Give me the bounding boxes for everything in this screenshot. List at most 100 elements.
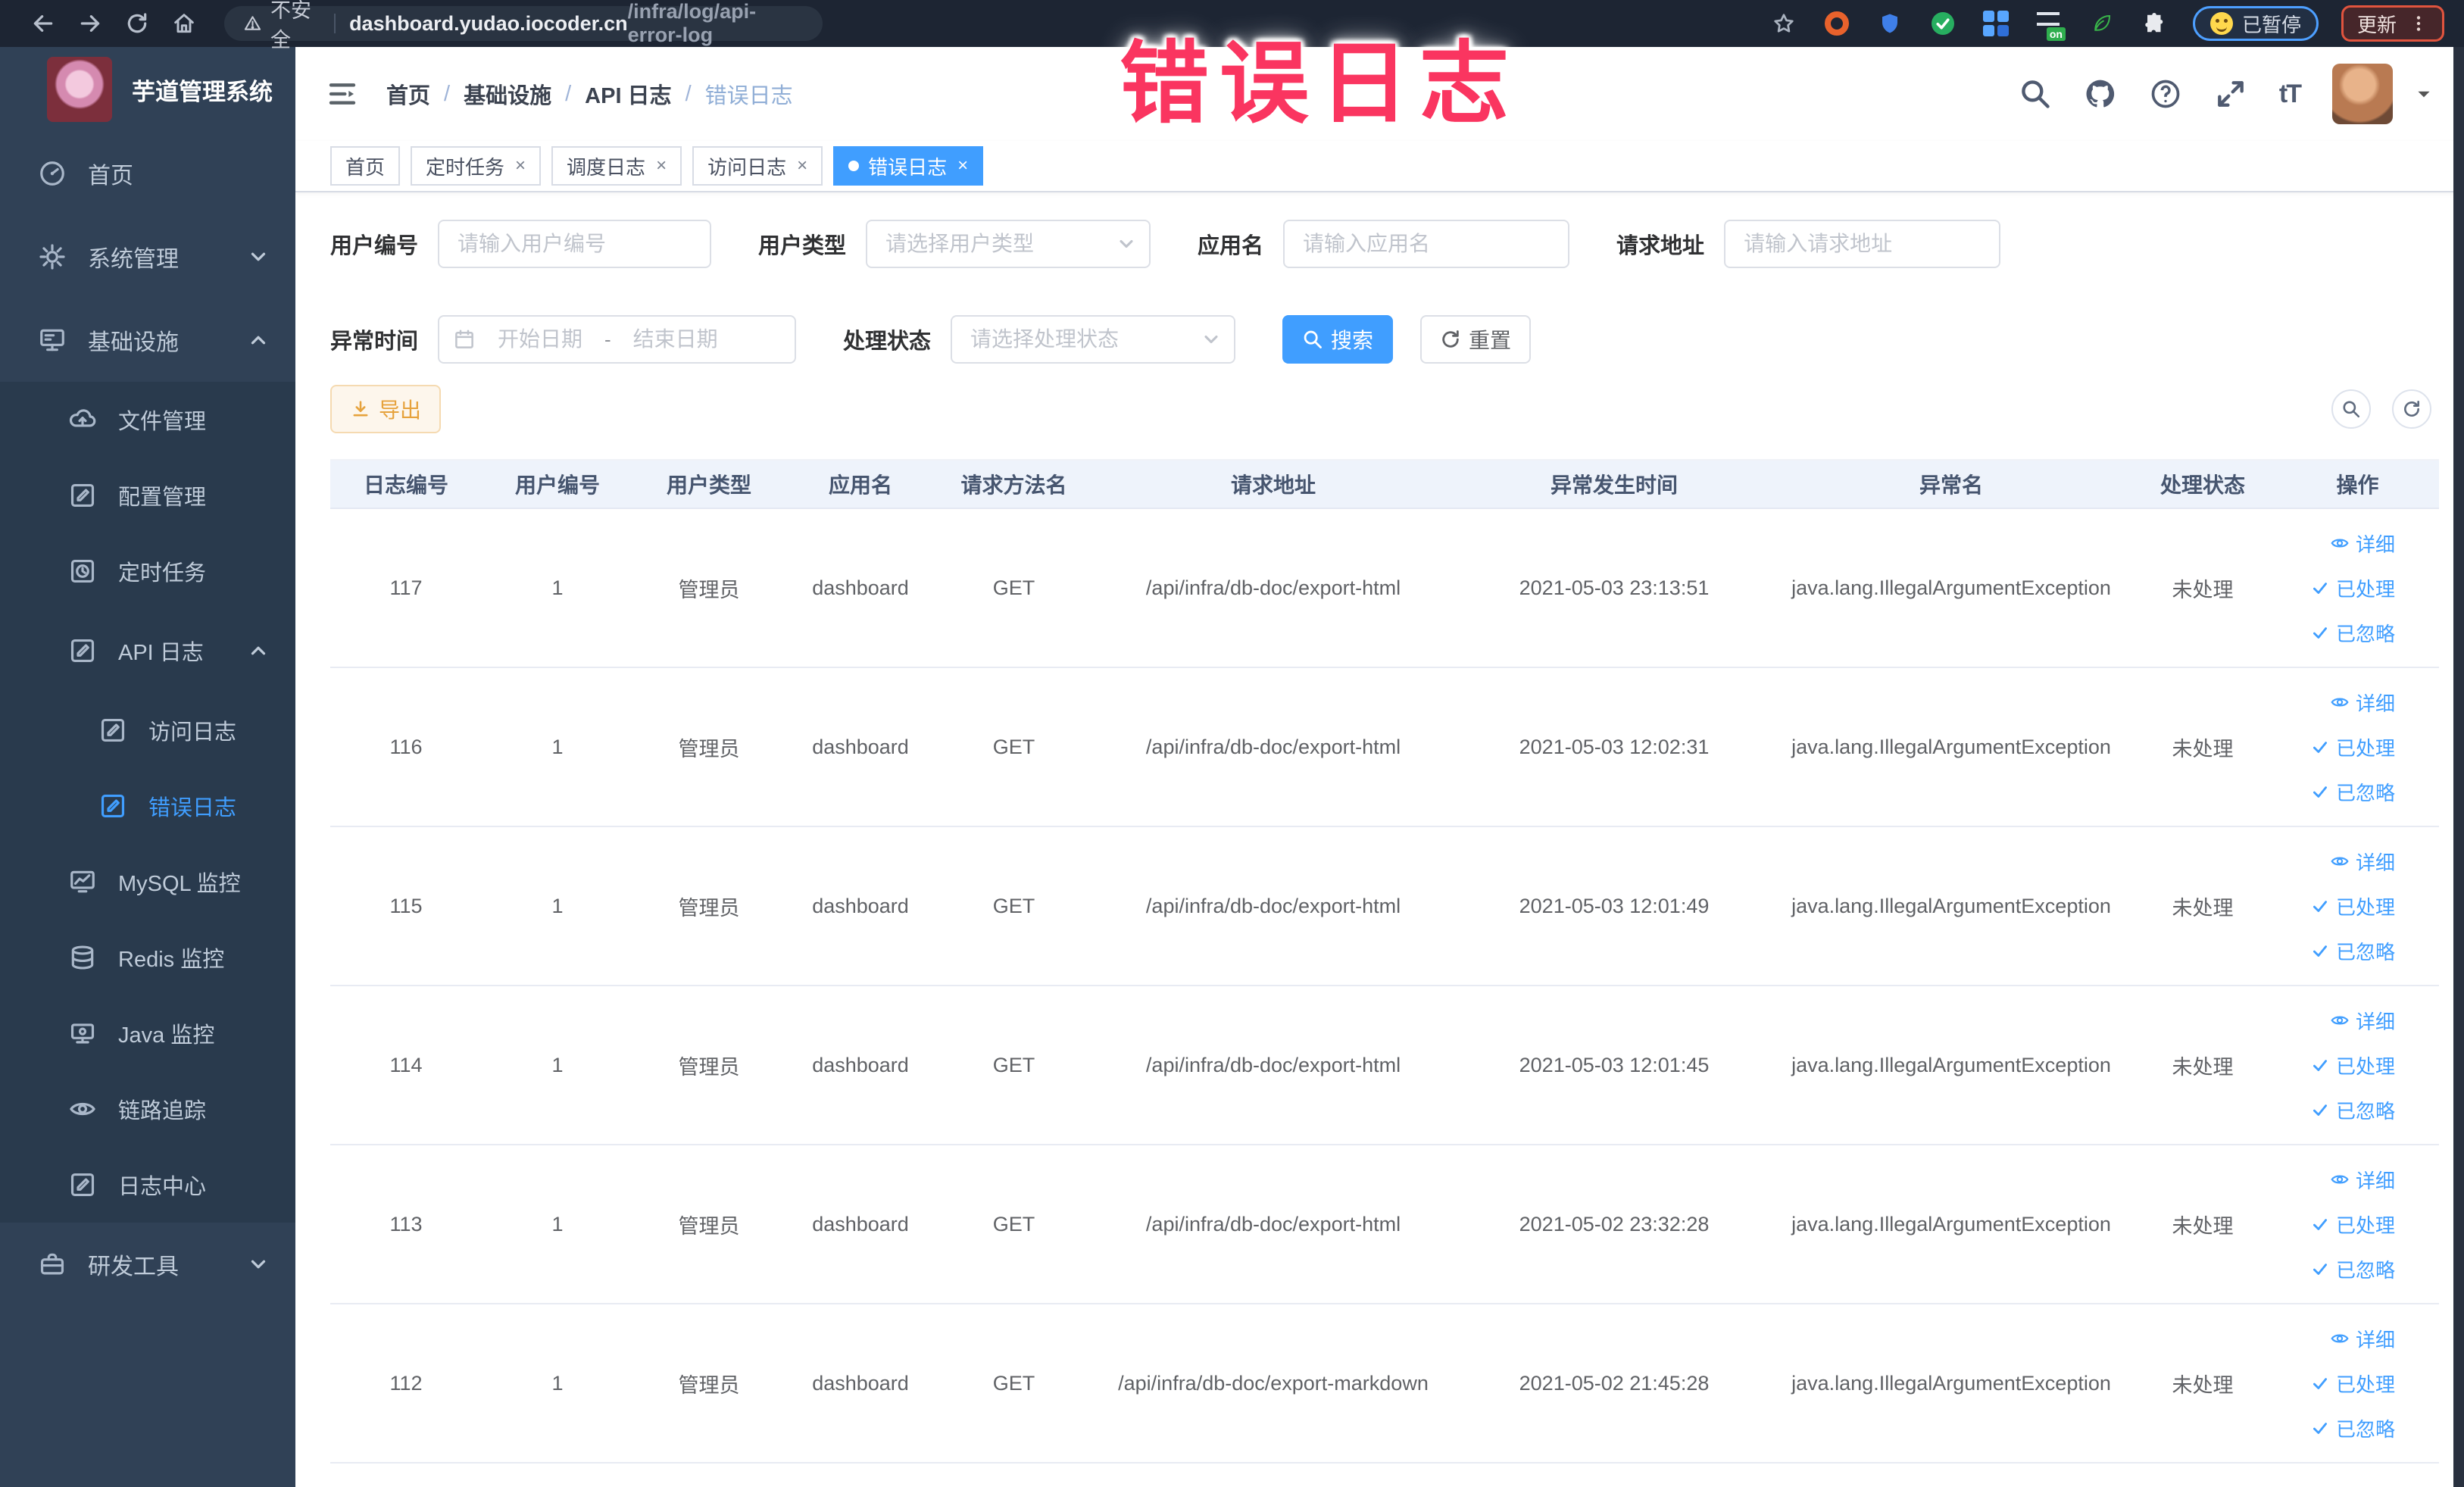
- process-status-select[interactable]: [951, 315, 1236, 364]
- detail-link[interactable]: 详细: [2330, 689, 2395, 717]
- mark-processed-link[interactable]: 已处理: [2310, 574, 2395, 602]
- mark-processed-link[interactable]: 已处理: [2310, 1051, 2395, 1079]
- user-id-input[interactable]: [438, 220, 712, 268]
- cell-exception-time: 2021-05-03 23:13:51: [1455, 508, 1773, 668]
- security-label[interactable]: 不安全: [270, 0, 320, 53]
- sidebar-item-log-center[interactable]: 日志中心: [0, 1147, 295, 1223]
- sidebar-item-system-management[interactable]: 系统管理: [0, 215, 295, 298]
- cell-method: GET: [936, 508, 1091, 668]
- sidebar-item-trace[interactable]: 链路追踪: [0, 1071, 295, 1147]
- search-button[interactable]: 搜索: [1282, 315, 1394, 364]
- sidebar-item-config-management[interactable]: 配置管理: [0, 458, 295, 533]
- close-icon[interactable]: ×: [797, 155, 807, 177]
- bookmark-star-icon[interactable]: [1769, 8, 1799, 39]
- font-size-icon[interactable]: tT: [2279, 80, 2302, 109]
- fullscreen-icon[interactable]: [2214, 77, 2247, 111]
- extension-ring-icon[interactable]: [1822, 8, 1852, 39]
- reset-button[interactable]: 重置: [1420, 315, 1532, 364]
- cell-process-status: 未处理: [2129, 1145, 2276, 1304]
- close-icon[interactable]: ×: [656, 155, 667, 177]
- tag-dispatch-logs[interactable]: 调度日志 ×: [551, 146, 682, 186]
- close-icon[interactable]: ×: [957, 155, 968, 177]
- header-search-icon[interactable]: [2019, 77, 2052, 111]
- tag-label: 错误日志: [868, 155, 948, 179]
- mark-processed-link[interactable]: 已处理: [2310, 892, 2395, 920]
- sidebar-item-access-logs[interactable]: 访问日志: [0, 692, 295, 768]
- breadcrumb-home[interactable]: 首页: [386, 78, 430, 110]
- cell-request-url: /api/infra/db-doc/export-markdown: [1091, 1304, 1455, 1464]
- browser-update-button[interactable]: 更新: [2341, 5, 2444, 42]
- refresh-table-button[interactable]: [2392, 389, 2431, 429]
- browser-back-icon[interactable]: [20, 7, 67, 40]
- date-range-picker[interactable]: -: [438, 315, 797, 364]
- sidebar-item-file-management[interactable]: 文件管理: [0, 382, 295, 458]
- sidebar-item-scheduled-tasks[interactable]: 定时任务: [0, 533, 295, 609]
- filter-label: 用户类型: [758, 234, 847, 258]
- help-icon[interactable]: [2149, 77, 2182, 111]
- tag-scheduled-tasks[interactable]: 定时任务 ×: [411, 146, 542, 186]
- tag-access-logs[interactable]: 访问日志 ×: [692, 146, 823, 186]
- cell-method: GET: [936, 826, 1091, 986]
- mark-processed-link[interactable]: 已处理: [2310, 733, 2395, 761]
- avatar-caret-down-icon[interactable]: [2414, 84, 2434, 104]
- hamburger-icon[interactable]: [326, 79, 359, 109]
- close-icon[interactable]: ×: [515, 155, 526, 177]
- mark-ignored-link[interactable]: 已忽略: [2310, 1096, 2395, 1124]
- address-bar[interactable]: 不安全 dashboard.yudao.iocoder.cn/infra/log…: [224, 0, 823, 52]
- browser-home-icon[interactable]: [161, 7, 208, 40]
- breadcrumb-api-logs[interactable]: API 日志: [585, 78, 671, 110]
- detail-link[interactable]: 详细: [2330, 848, 2395, 876]
- browser-reload-icon[interactable]: [114, 7, 161, 40]
- start-date-input[interactable]: [483, 327, 598, 351]
- breadcrumb-current: 错误日志: [704, 84, 793, 108]
- check-icon: [2310, 737, 2330, 757]
- tag-home[interactable]: 首页: [330, 146, 401, 186]
- sidebar-item-home[interactable]: 首页: [0, 132, 295, 215]
- extension-grid-icon[interactable]: [1981, 8, 2011, 39]
- export-button[interactable]: 导出: [330, 385, 442, 433]
- extensions-puzzle-icon[interactable]: [2140, 8, 2170, 39]
- sidebar-item-dev-tools[interactable]: 研发工具: [0, 1223, 295, 1306]
- user-type-select[interactable]: [866, 220, 1151, 268]
- toggle-search-button[interactable]: [2331, 389, 2371, 429]
- detail-link[interactable]: 详细: [2330, 1166, 2395, 1194]
- extension-on-badge-icon[interactable]: on: [2034, 8, 2066, 41]
- sidebar-item-label: 访问日志: [148, 720, 237, 745]
- cell-app-name: dashboard: [785, 986, 936, 1145]
- mark-processed-link[interactable]: 已处理: [2310, 1211, 2395, 1239]
- sidebar-item-java-monitor[interactable]: Java 监控: [0, 995, 295, 1071]
- detail-link[interactable]: 详细: [2330, 530, 2395, 558]
- sidebar-item-api-logs[interactable]: API 日志: [0, 609, 295, 692]
- browser-menu-kebab-icon[interactable]: [2409, 14, 2428, 33]
- sidebar-item-error-logs[interactable]: 错误日志: [0, 768, 295, 844]
- log-icon: [68, 1170, 97, 1199]
- detail-link[interactable]: 详细: [2330, 1325, 2395, 1353]
- breadcrumb-infrastructure[interactable]: 基础设施: [464, 78, 551, 110]
- detail-link[interactable]: 详细: [2330, 1007, 2395, 1035]
- extension-shield-icon[interactable]: [1875, 8, 1905, 39]
- mark-processed-link[interactable]: 已处理: [2310, 1370, 2395, 1398]
- mark-ignored-link[interactable]: 已忽略: [2310, 937, 2395, 965]
- request-url-input[interactable]: [1724, 220, 2001, 268]
- app-name-input[interactable]: [1283, 220, 1570, 268]
- sidebar-item-infrastructure[interactable]: 基础设施: [0, 298, 295, 382]
- extension-check-icon[interactable]: [1928, 8, 1958, 39]
- github-icon[interactable]: [2084, 77, 2117, 111]
- end-date-input[interactable]: [618, 327, 732, 351]
- database-layers-icon: [68, 943, 97, 972]
- cell-request-url: /api/infra/db-doc/export-html: [1091, 508, 1455, 668]
- sidebar-item-mysql-monitor[interactable]: MySQL 监控: [0, 844, 295, 920]
- browser-forward-icon[interactable]: [67, 7, 114, 40]
- tag-error-logs[interactable]: 错误日志 ×: [833, 146, 984, 186]
- mark-ignored-link[interactable]: 已忽略: [2310, 778, 2395, 806]
- mark-ignored-link[interactable]: 已忽略: [2310, 1414, 2395, 1442]
- sidebar-item-redis-monitor[interactable]: Redis 监控: [0, 920, 295, 995]
- sidebar-item-label: 配置管理: [118, 486, 207, 510]
- paused-badge[interactable]: 已暂停: [2192, 6, 2319, 41]
- mark-ignored-link[interactable]: 已忽略: [2310, 619, 2395, 647]
- extension-leaf-icon[interactable]: [2087, 8, 2117, 39]
- search-icon: [1302, 329, 1323, 350]
- avatar[interactable]: [2332, 64, 2393, 124]
- filter-row-2: 异常时间 - 处理状态: [330, 315, 2439, 364]
- mark-ignored-link[interactable]: 已忽略: [2310, 1255, 2395, 1283]
